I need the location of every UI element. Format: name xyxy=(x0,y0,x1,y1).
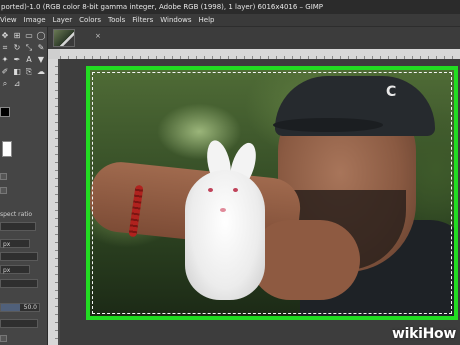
rabbit-eye-left xyxy=(208,188,213,192)
rotate-tool-icon[interactable]: ↻ xyxy=(12,43,22,53)
rabbit-body xyxy=(185,170,265,300)
menubar: View Image Layer Colors Tools Filters Wi… xyxy=(0,14,460,27)
image-thumbnail[interactable] xyxy=(53,29,75,47)
menu-colors[interactable]: Colors xyxy=(79,14,101,26)
vertical-ruler[interactable] xyxy=(48,59,58,345)
position-field[interactable] xyxy=(0,252,38,261)
option-toggle-3[interactable] xyxy=(0,335,7,342)
eraser-icon[interactable]: ◧ xyxy=(12,67,22,77)
ruler-corner[interactable] xyxy=(48,49,60,59)
window-title: ported)-1.0 (RGB color 8-bit gamma integ… xyxy=(0,0,460,14)
paintbrush-icon[interactable]: ✐ xyxy=(0,67,10,77)
menu-image[interactable]: Image xyxy=(24,14,46,26)
menu-windows[interactable]: Windows xyxy=(160,14,191,26)
option-toggle-2[interactable] xyxy=(0,187,7,194)
photo-hand xyxy=(250,220,360,300)
size-field[interactable] xyxy=(0,279,38,288)
image-tabs: × xyxy=(48,27,460,49)
position-unit-field[interactable]: px xyxy=(0,239,30,248)
option-slider[interactable]: 50.0 xyxy=(0,303,40,312)
cap-logo: C xyxy=(386,84,397,100)
menu-help[interactable]: Help xyxy=(199,14,215,26)
rect-select-icon[interactable]: ▭ xyxy=(24,31,34,41)
move-tool-icon[interactable]: ✥ xyxy=(0,31,10,41)
guides-dropdown[interactable] xyxy=(0,319,38,328)
watermark-logo: wikiHow xyxy=(391,326,456,342)
background-color-swatch[interactable] xyxy=(2,141,12,157)
align-tool-icon[interactable]: ⊞ xyxy=(12,31,22,41)
menu-filters[interactable]: Filters xyxy=(132,14,153,26)
smudge-tool-icon[interactable]: ☁ xyxy=(36,67,46,77)
rabbit-nose xyxy=(220,208,226,212)
slider-fill xyxy=(1,304,20,311)
aspect-ratio-field[interactable] xyxy=(0,222,36,231)
ellipse-select-icon[interactable]: ◯ xyxy=(36,31,46,41)
horizontal-ruler[interactable] xyxy=(60,49,460,59)
text-tool-icon[interactable]: A xyxy=(24,55,34,65)
menu-layer[interactable]: Layer xyxy=(53,14,73,26)
zoom-tool-icon[interactable]: ⌕ xyxy=(0,79,10,89)
toolbox: ✥ ⊞ ▭ ◯ ⌗ ↻ ⤡ ✎ ✦ ✒ A ▼ ✐ ◧ ⎘ ☁ ⌕ ⊿ spec… xyxy=(0,27,48,345)
rabbit-eye-right xyxy=(233,188,238,192)
photo-cap-brim xyxy=(273,118,383,132)
foreground-color-swatch[interactable] xyxy=(0,107,10,117)
crop-tool-icon[interactable]: ⌗ xyxy=(0,43,10,53)
menu-view[interactable]: View xyxy=(0,14,17,26)
close-icon[interactable]: × xyxy=(95,32,101,40)
measure-tool-icon[interactable]: ⊿ xyxy=(12,79,22,89)
size-unit-field[interactable]: px xyxy=(0,265,30,274)
fuzzy-select-icon[interactable]: ✦ xyxy=(0,55,10,65)
clone-tool-icon[interactable]: ⎘ xyxy=(24,67,34,77)
slider-value: 50.0 xyxy=(23,304,37,311)
menu-tools[interactable]: Tools xyxy=(108,14,125,26)
image-canvas[interactable]: C xyxy=(86,66,458,320)
scale-tool-icon[interactable]: ⤡ xyxy=(24,43,34,53)
option-toggle[interactable] xyxy=(0,173,7,180)
bucket-fill-icon[interactable]: ▼ xyxy=(36,55,46,65)
paths-tool-icon[interactable]: ✒ xyxy=(12,55,22,65)
aspect-ratio-label: spect ratio xyxy=(0,211,33,218)
lasso-tool-icon[interactable]: ✎ xyxy=(36,43,46,53)
